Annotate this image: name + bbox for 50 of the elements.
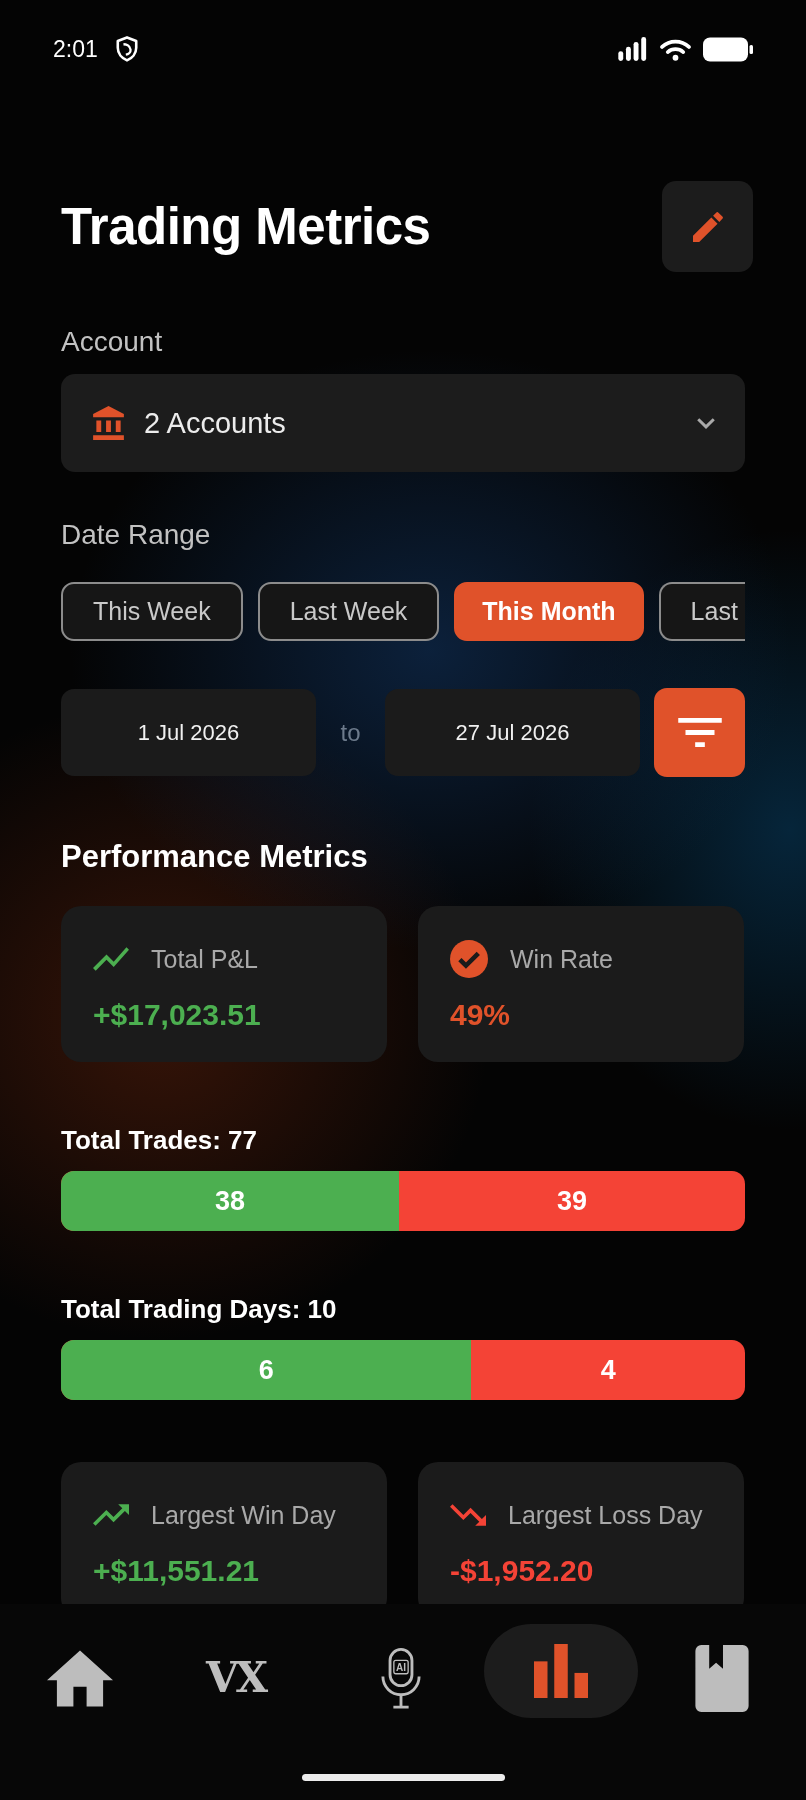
win-count: 38 <box>214 1185 245 1217</box>
section-title: Performance Metrics <box>61 839 368 875</box>
split-title: Total Trades: 77 <box>61 1124 258 1156</box>
home-icon <box>47 1649 114 1707</box>
metric-value: +$11,551.21 <box>93 1553 259 1589</box>
nav-tab[interactable]: VX <box>202 1653 280 1703</box>
date-preset-tab[interactable]: This Month <box>454 582 644 641</box>
metric-value: +$17,023.51 <box>93 997 261 1033</box>
date-range-label: Date Range <box>61 519 211 551</box>
nav-tab[interactable] <box>47 1649 114 1707</box>
date-preset-tab[interactable]: Last <box>658 582 745 641</box>
metric-label: Win Rate <box>510 944 613 974</box>
shield-icon <box>115 36 138 62</box>
bank-icon <box>93 406 124 440</box>
metric-label: Largest Win Day <box>151 1500 336 1530</box>
nav-tab[interactable]: AI <box>380 1647 422 1709</box>
pencil-icon <box>692 211 723 242</box>
split-title: Total Trading Days: 10 <box>61 1293 337 1325</box>
status-time: 2:01 <box>53 35 98 63</box>
signal-icon <box>617 37 648 61</box>
loss-count: 4 <box>600 1354 616 1386</box>
line-chart-icon <box>93 947 129 971</box>
account-dropdown[interactable]: 2 Accounts <box>61 374 745 472</box>
account-label: Account <box>61 326 163 358</box>
metric-label: Largest Loss Day <box>508 1500 703 1530</box>
loss-count: 39 <box>556 1185 587 1217</box>
page-title: Trading Metrics <box>61 197 431 256</box>
chevron-down-icon <box>697 417 715 429</box>
metric-value: 49% <box>450 997 511 1033</box>
ai-text: AI <box>396 1662 406 1673</box>
trend-up-icon <box>93 1503 129 1527</box>
bookmarked-book-icon <box>694 1644 749 1712</box>
win-count: 6 <box>258 1354 274 1386</box>
check-circle-icon <box>450 940 488 978</box>
date-preset-tab[interactable]: This Week <box>61 582 243 641</box>
bar-chart-icon <box>534 1644 589 1698</box>
nav-tab[interactable] <box>694 1644 749 1712</box>
metric-label: Total P&L <box>151 944 258 974</box>
start-date-field[interactable]: 1 Jul 2026 <box>61 689 316 776</box>
to-text: to <box>340 718 361 747</box>
edit-button[interactable] <box>662 181 753 272</box>
date-preset-tab[interactable]: Last Week <box>257 582 440 641</box>
wifi-icon <box>660 37 691 61</box>
battery-icon <box>703 36 753 62</box>
trend-down-icon <box>450 1503 486 1527</box>
end-date-field[interactable]: 27 Jul 2026 <box>385 689 640 776</box>
filter-button[interactable] <box>654 688 745 777</box>
filter-icon <box>677 718 722 747</box>
metric-value: -$1,952.20 <box>450 1553 594 1589</box>
microphone-icon <box>380 1647 422 1709</box>
